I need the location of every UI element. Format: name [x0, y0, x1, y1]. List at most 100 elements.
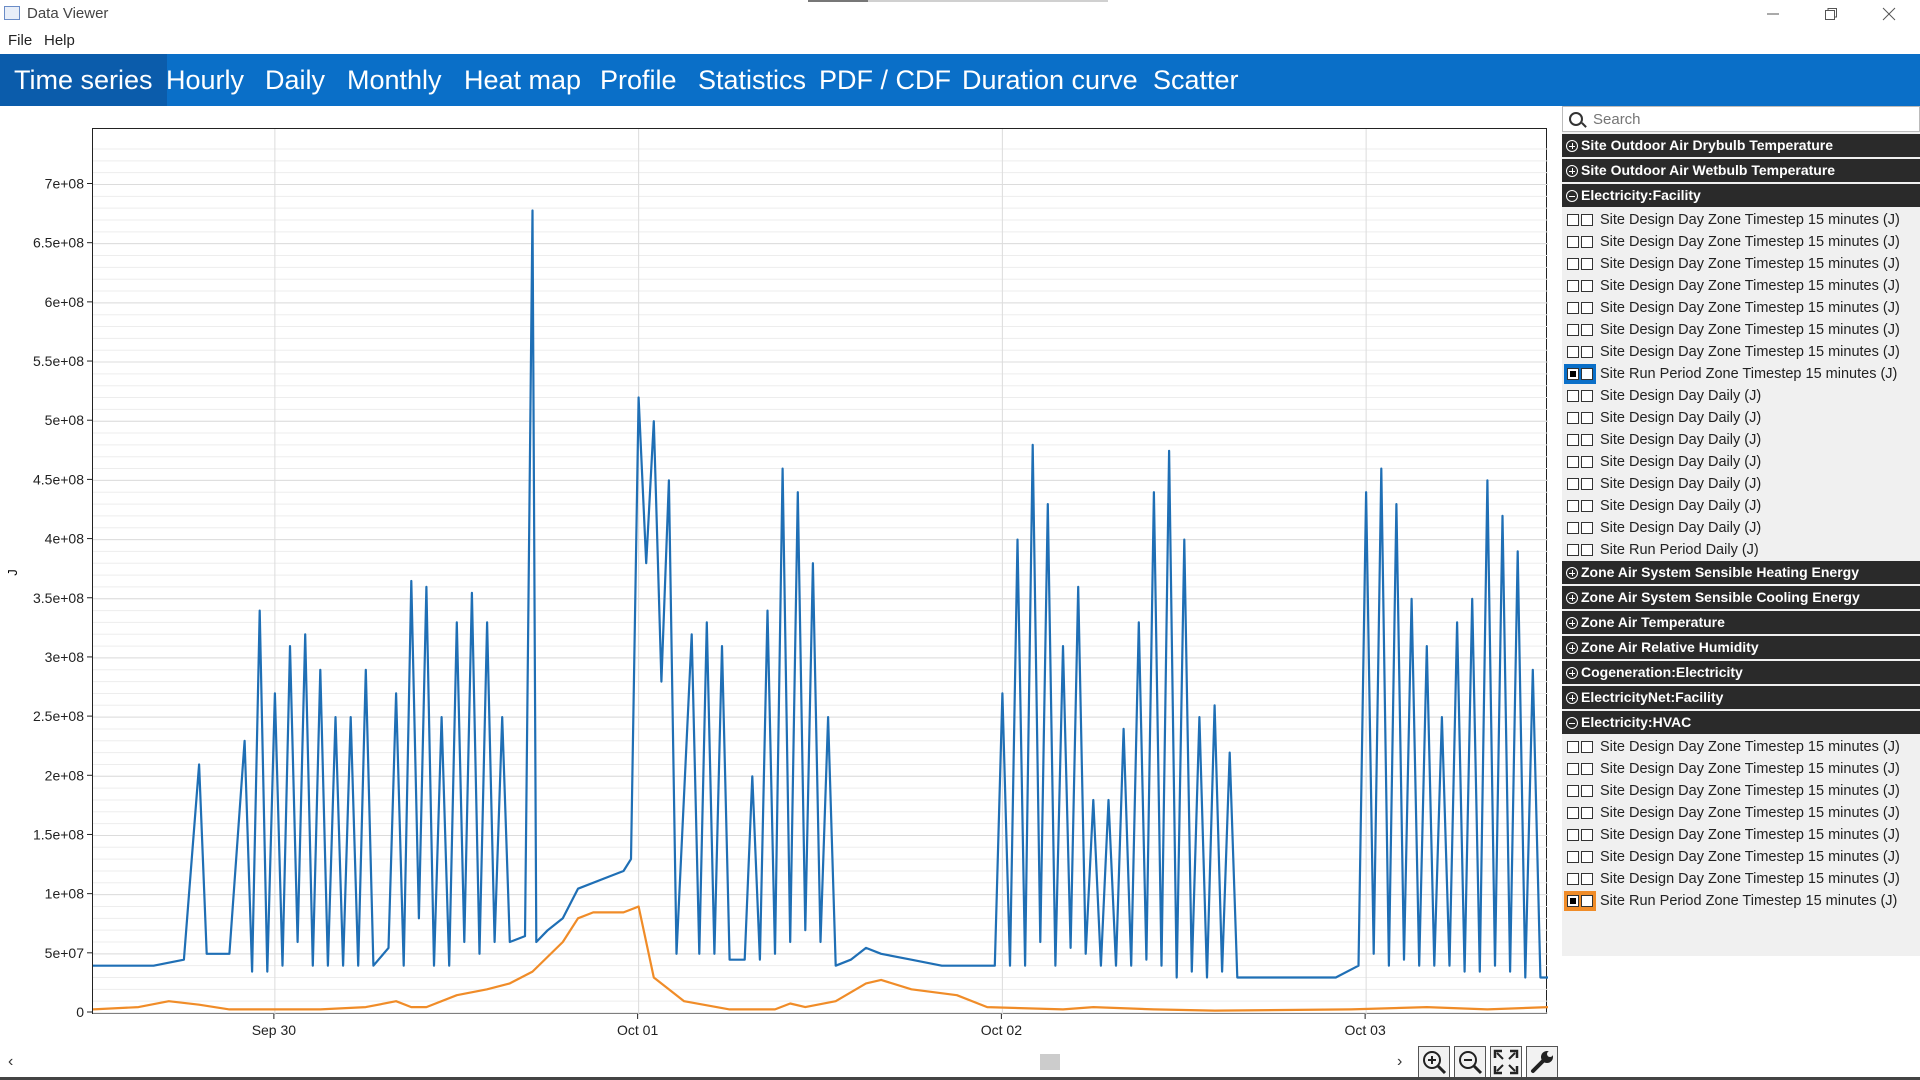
plot-checkbox[interactable] — [1567, 434, 1579, 446]
secondary-checkbox[interactable] — [1581, 258, 1593, 270]
plot-checkbox[interactable] — [1567, 478, 1579, 490]
tree-item[interactable]: Site Design Day Zone Timestep 15 minutes… — [1562, 253, 1920, 275]
expand-icon[interactable] — [1566, 164, 1578, 177]
tree-item[interactable]: Site Run Period Zone Timestep 15 minutes… — [1562, 890, 1920, 912]
secondary-checkbox[interactable] — [1581, 873, 1593, 885]
collapse-icon[interactable] — [1566, 189, 1578, 202]
tree-item[interactable]: Site Design Day Zone Timestep 15 minutes… — [1562, 209, 1920, 231]
tree-item[interactable]: Site Design Day Zone Timestep 15 minutes… — [1562, 297, 1920, 319]
tree-item[interactable]: Site Design Day Zone Timestep 15 minutes… — [1562, 868, 1920, 890]
secondary-checkbox[interactable] — [1581, 346, 1593, 358]
plot-checkbox[interactable] — [1567, 456, 1579, 468]
secondary-checkbox[interactable] — [1581, 368, 1593, 380]
tree-item[interactable]: Site Design Day Zone Timestep 15 minutes… — [1562, 319, 1920, 341]
zoom-in-button[interactable] — [1418, 1046, 1450, 1078]
secondary-checkbox[interactable] — [1581, 763, 1593, 775]
tree-item[interactable]: Site Design Day Daily (J) — [1562, 495, 1920, 517]
secondary-checkbox[interactable] — [1581, 434, 1593, 446]
plot-checkbox[interactable] — [1567, 324, 1579, 336]
plot-checkbox[interactable] — [1567, 544, 1579, 556]
tree-item[interactable]: Site Design Day Zone Timestep 15 minutes… — [1562, 802, 1920, 824]
secondary-checkbox[interactable] — [1581, 302, 1593, 314]
tree-group-electricity-facility[interactable]: Electricity:Facility — [1562, 184, 1920, 207]
secondary-checkbox[interactable] — [1581, 324, 1593, 336]
expand-icon[interactable] — [1566, 691, 1578, 704]
plot-checkbox[interactable] — [1567, 741, 1579, 753]
scroll-right-arrow-icon[interactable]: › — [1397, 1053, 1402, 1071]
tree-group-electricity-hvac[interactable]: Electricity:HVAC — [1562, 711, 1920, 734]
secondary-checkbox[interactable] — [1581, 478, 1593, 490]
secondary-checkbox[interactable] — [1581, 280, 1593, 292]
tree-item[interactable]: Site Design Day Daily (J) — [1562, 517, 1920, 539]
tree-item[interactable]: Site Run Period Daily (J) — [1562, 539, 1920, 561]
plot-checkbox[interactable] — [1567, 829, 1579, 841]
plot-checkbox[interactable] — [1567, 763, 1579, 775]
plot-checkbox[interactable] — [1567, 258, 1579, 270]
tree-group-site-outdoor-air-drybulb-temperature[interactable]: Site Outdoor Air Drybulb Temperature — [1562, 134, 1920, 157]
secondary-checkbox[interactable] — [1581, 456, 1593, 468]
collapse-icon[interactable] — [1566, 716, 1578, 729]
tree-item[interactable]: Site Design Day Zone Timestep 15 minutes… — [1562, 824, 1920, 846]
expand-icon[interactable] — [1566, 139, 1578, 152]
secondary-checkbox[interactable] — [1581, 500, 1593, 512]
scrollbar-thumb[interactable] — [1040, 1054, 1060, 1070]
tree-item[interactable]: Site Design Day Zone Timestep 15 minutes… — [1562, 846, 1920, 868]
secondary-checkbox[interactable] — [1581, 807, 1593, 819]
tree-item[interactable]: Site Run Period Zone Timestep 15 minutes… — [1562, 363, 1920, 385]
tree-item[interactable]: Site Design Day Zone Timestep 15 minutes… — [1562, 736, 1920, 758]
expand-icon[interactable] — [1566, 591, 1578, 604]
secondary-checkbox[interactable] — [1581, 895, 1593, 907]
secondary-checkbox[interactable] — [1581, 522, 1593, 534]
secondary-checkbox[interactable] — [1581, 829, 1593, 841]
expand-icon[interactable] — [1566, 666, 1578, 679]
plot-checkbox[interactable] — [1567, 346, 1579, 358]
plot-checkbox[interactable] — [1567, 522, 1579, 534]
plot-checkbox[interactable] — [1567, 412, 1579, 424]
secondary-checkbox[interactable] — [1581, 544, 1593, 556]
tree-group-cogeneration-electricity[interactable]: Cogeneration:Electricity — [1562, 661, 1920, 684]
plot-checkbox[interactable] — [1567, 895, 1579, 907]
tree-item[interactable]: Site Design Day Daily (J) — [1562, 473, 1920, 495]
zoom-out-button[interactable] — [1454, 1046, 1486, 1078]
plot-checkbox[interactable] — [1567, 368, 1579, 380]
plot-checkbox[interactable] — [1567, 390, 1579, 402]
settings-button[interactable] — [1526, 1046, 1558, 1078]
tree-group-zone-air-system-sensible-heating-energy[interactable]: Zone Air System Sensible Heating Energy — [1562, 561, 1920, 584]
tree-item[interactable]: Site Design Day Zone Timestep 15 minutes… — [1562, 758, 1920, 780]
fit-button[interactable] — [1490, 1046, 1522, 1078]
expand-icon[interactable] — [1566, 641, 1578, 654]
tree-group-zone-air-system-sensible-cooling-energy[interactable]: Zone Air System Sensible Cooling Energy — [1562, 586, 1920, 609]
expand-icon[interactable] — [1566, 616, 1578, 629]
plot-checkbox[interactable] — [1567, 302, 1579, 314]
secondary-checkbox[interactable] — [1581, 236, 1593, 248]
scroll-left-arrow-icon[interactable]: ‹ — [8, 1053, 13, 1071]
secondary-checkbox[interactable] — [1581, 851, 1593, 863]
tree-item[interactable]: Site Design Day Daily (J) — [1562, 429, 1920, 451]
expand-icon[interactable] — [1566, 566, 1578, 579]
tree-item[interactable]: Site Design Day Daily (J) — [1562, 385, 1920, 407]
secondary-checkbox[interactable] — [1581, 785, 1593, 797]
tree-group-site-outdoor-air-wetbulb-temperature[interactable]: Site Outdoor Air Wetbulb Temperature — [1562, 159, 1920, 182]
tree-group-zone-air-temperature[interactable]: Zone Air Temperature — [1562, 611, 1920, 634]
plot-checkbox[interactable] — [1567, 236, 1579, 248]
secondary-checkbox[interactable] — [1581, 412, 1593, 424]
tree-group-electricitynet-facility[interactable]: ElectricityNet:Facility — [1562, 686, 1920, 709]
tree-item[interactable]: Site Design Day Zone Timestep 15 minutes… — [1562, 780, 1920, 802]
plot-checkbox[interactable] — [1567, 807, 1579, 819]
plot-checkbox[interactable] — [1567, 280, 1579, 292]
tree-item[interactable]: Site Design Day Daily (J) — [1562, 451, 1920, 473]
plot-checkbox[interactable] — [1567, 214, 1579, 226]
plot-checkbox[interactable] — [1567, 500, 1579, 512]
secondary-checkbox[interactable] — [1581, 214, 1593, 226]
plot-checkbox[interactable] — [1567, 785, 1579, 797]
secondary-checkbox[interactable] — [1581, 390, 1593, 402]
tree-item[interactable]: Site Design Day Zone Timestep 15 minutes… — [1562, 341, 1920, 363]
tree-item[interactable]: Site Design Day Zone Timestep 15 minutes… — [1562, 231, 1920, 253]
plot-checkbox[interactable] — [1567, 873, 1579, 885]
tree-item[interactable]: Site Design Day Daily (J) — [1562, 407, 1920, 429]
tree-item[interactable]: Site Design Day Zone Timestep 15 minutes… — [1562, 275, 1920, 297]
search-input[interactable] — [1593, 110, 1893, 128]
secondary-checkbox[interactable] — [1581, 741, 1593, 753]
tree-group-zone-air-relative-humidity[interactable]: Zone Air Relative Humidity — [1562, 636, 1920, 659]
plot-checkbox[interactable] — [1567, 851, 1579, 863]
